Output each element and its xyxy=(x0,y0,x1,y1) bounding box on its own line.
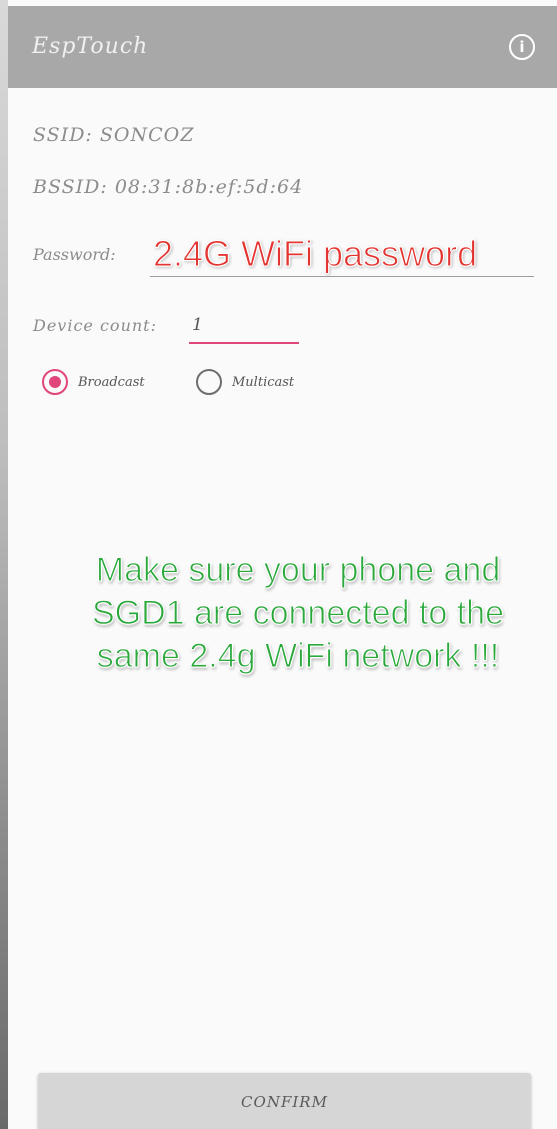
info-icon[interactable]: i xyxy=(509,34,535,60)
broadcast-radio[interactable]: Broadcast xyxy=(42,369,145,395)
device-count-input[interactable] xyxy=(189,308,299,344)
screen-edge xyxy=(0,0,8,1129)
password-annotation: 2.4G WiFi password xyxy=(152,233,478,275)
multicast-label: Multicast xyxy=(232,374,295,390)
bssid-text: BSSID: 08:31:8b:ef:5d:64 xyxy=(33,176,304,198)
password-label: Password: xyxy=(33,245,116,264)
radio-checked-icon xyxy=(42,369,68,395)
connection-notice: Make sure your phone and SGD1 are connec… xyxy=(91,551,505,676)
ssid-text: SSID: SONCOZ xyxy=(33,124,195,146)
info-glyph: i xyxy=(519,38,525,56)
confirm-button[interactable]: CONFIRM xyxy=(38,1073,531,1129)
app-title: EspTouch xyxy=(32,34,149,59)
multicast-radio[interactable]: Multicast xyxy=(196,369,294,395)
radio-unchecked-icon xyxy=(196,369,222,395)
app-bar: EspTouch i xyxy=(8,6,557,88)
app-screen: EspTouch i SSID: SONCOZ BSSID: 08:31:8b:… xyxy=(8,0,557,1129)
broadcast-label: Broadcast xyxy=(78,374,145,390)
device-count-label: Device count: xyxy=(33,316,157,335)
confirm-label: CONFIRM xyxy=(241,1093,328,1111)
